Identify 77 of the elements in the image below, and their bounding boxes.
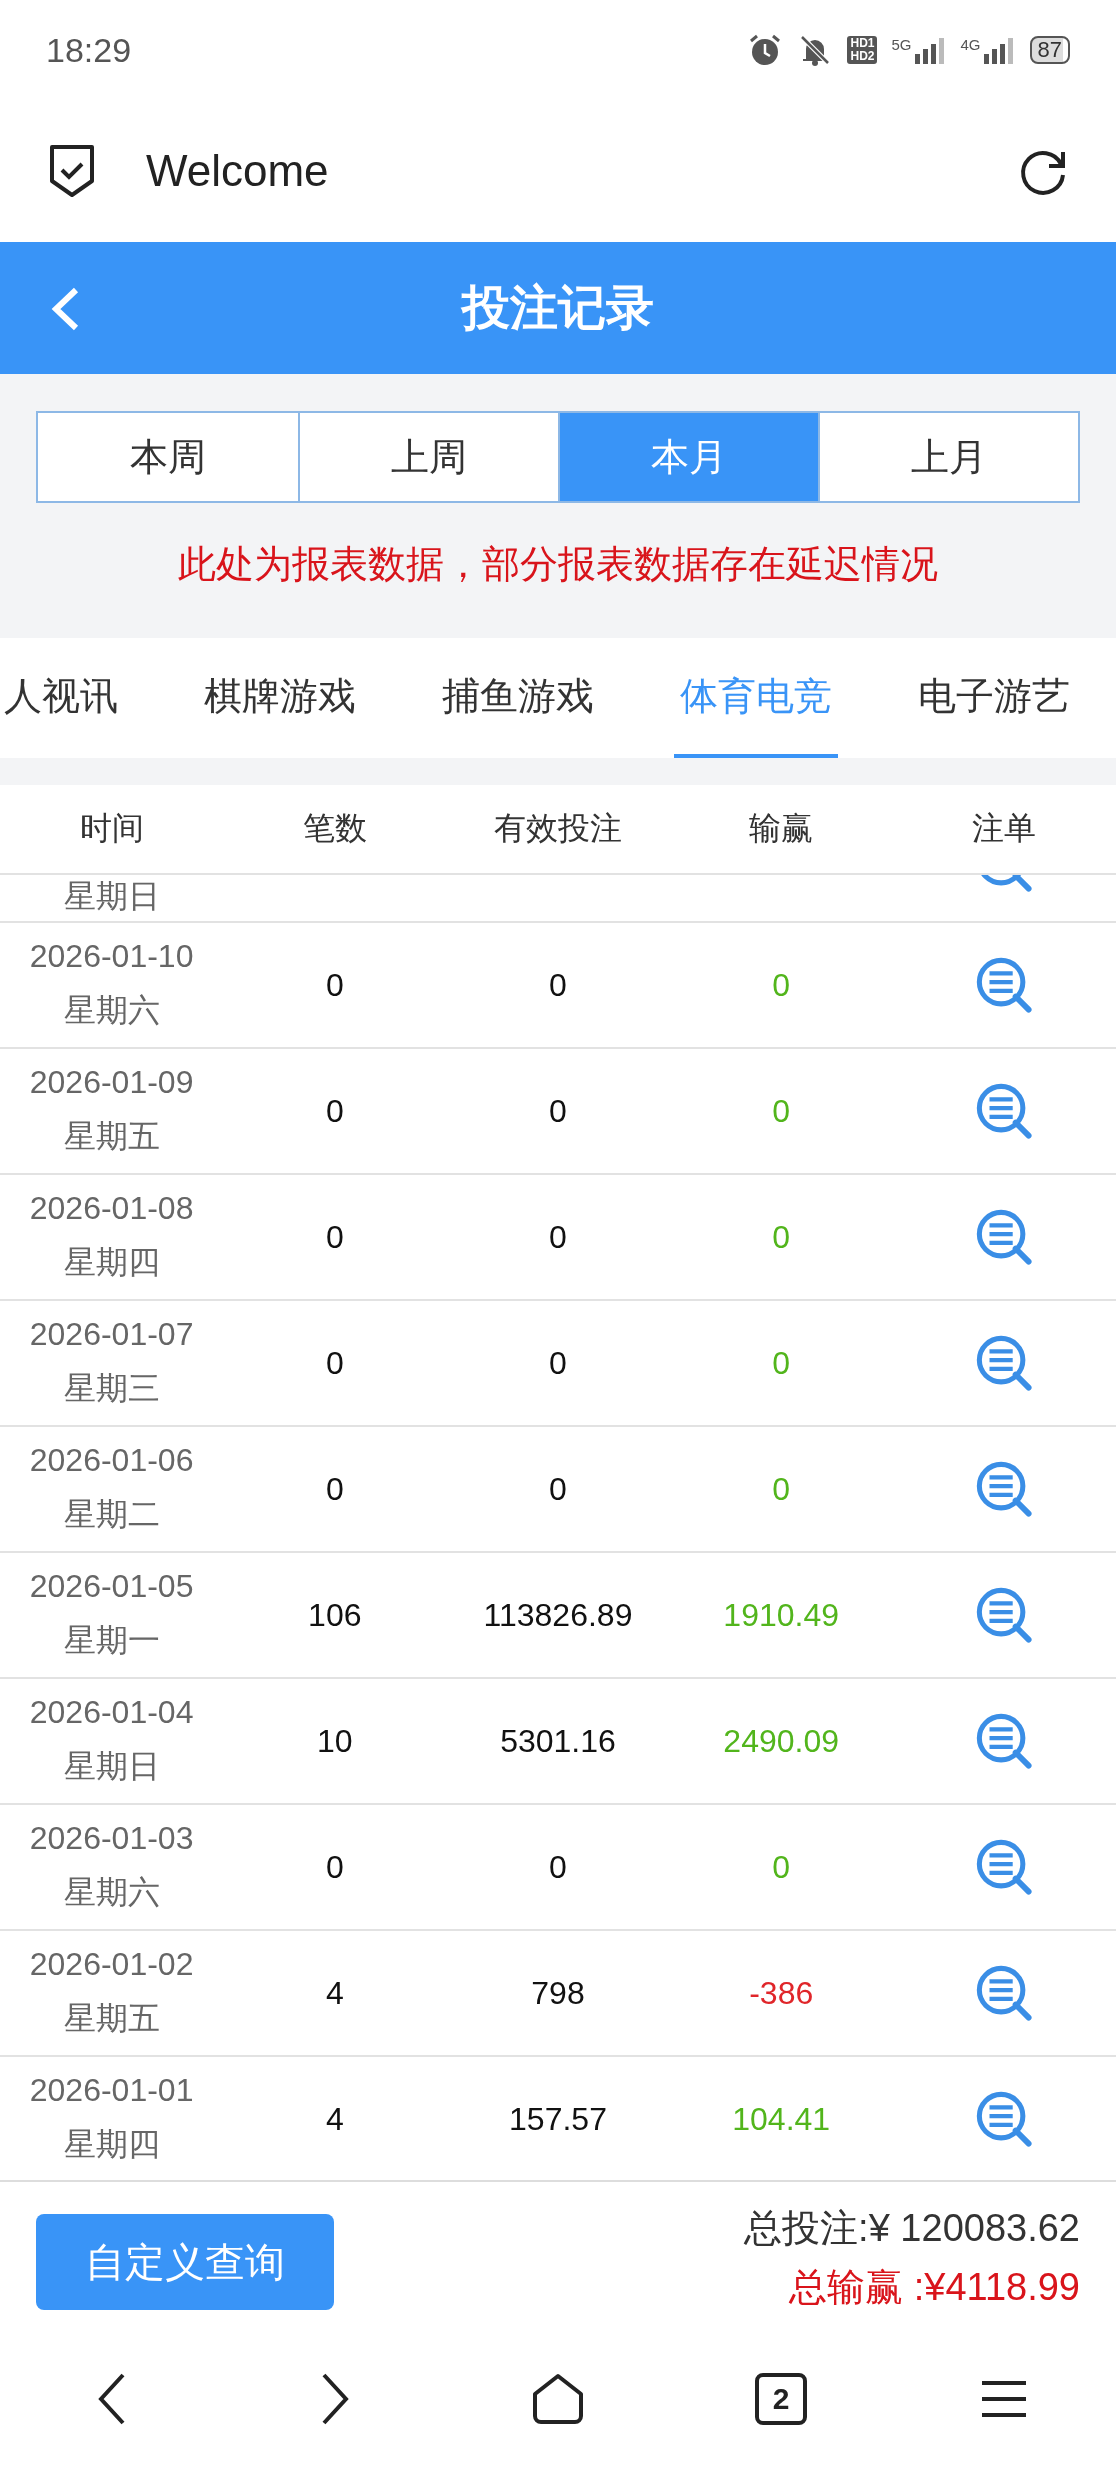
signal-icon <box>912 36 947 64</box>
table-cell-text: 0 <box>771 965 792 1005</box>
column-header: 输赢 <box>748 809 815 848</box>
table-cell-text: 2490.09 <box>722 1721 841 1761</box>
category-tab[interactable]: 电子游艺 <box>912 638 1076 758</box>
table-cell-text: 0 <box>324 1217 345 1257</box>
hd-label: HD2 <box>850 50 875 63</box>
page-title: Welcome <box>146 146 330 196</box>
date-text: 2026-01-10 <box>29 937 194 975</box>
date-text: 2026-01-08 <box>29 1189 194 1227</box>
column-header: 时间 <box>78 809 145 848</box>
table-cell-text: 4 <box>324 2099 345 2139</box>
category-tab[interactable]: 人视讯 <box>4 638 124 758</box>
date-text: 2026-01-06 <box>29 1441 194 1479</box>
table-cell-text: 0 <box>324 1469 345 1509</box>
date-text: 2026-01-03 <box>29 1819 194 1857</box>
period-tab[interactable]: 上月 <box>818 413 1078 501</box>
table-cell-text: 0 <box>548 1343 568 1383</box>
notice-text: 此处为报表数据，部分报表数据存在延迟情况 <box>177 542 939 587</box>
weekday-text: 星期四 <box>63 1242 160 1282</box>
table-cell-text: 4 <box>324 1973 345 2013</box>
battery-level: 87 <box>1029 36 1070 64</box>
weekday-text: 星期日 <box>63 1746 160 1786</box>
home-icon[interactable] <box>531 2372 585 2426</box>
weekday-text: 星期五 <box>63 1998 160 2038</box>
weekday-text: 星期四 <box>63 2124 160 2164</box>
column-header: 有效投注 <box>493 809 623 848</box>
period-tab[interactable]: 本周 <box>38 413 298 501</box>
table-cell-text: 0 <box>771 1217 792 1257</box>
table-cell-text: 0 <box>324 1091 345 1131</box>
weekday-text: 星期二 <box>63 1494 160 1534</box>
date-text: 2026-01-09 <box>29 1063 194 1101</box>
table-cell-text: 5301.16 <box>499 1721 617 1761</box>
category-tab[interactable]: 棋牌游戏 <box>198 638 362 758</box>
table-cell-text: 0 <box>548 1847 568 1887</box>
table-cell-text: 0 <box>548 1091 568 1131</box>
signal-icon <box>981 36 1016 64</box>
network-label: 5G <box>891 36 912 53</box>
date-text: 2026-01-07 <box>29 1315 194 1353</box>
date-text: 2026-01-01 <box>29 2071 194 2109</box>
table-cell-text: 0 <box>324 965 345 1005</box>
table-cell-text: 113826.89 <box>482 1595 634 1635</box>
column-header: 注单 <box>971 809 1038 848</box>
table-cell-text: 0 <box>324 1847 345 1887</box>
table-cell-text: 0 <box>548 1469 568 1509</box>
column-header: 笔数 <box>301 809 368 848</box>
clock-time: 18:29 <box>46 30 132 70</box>
weekday-text: 星期五 <box>63 1116 160 1156</box>
table-cell-text: 106 <box>307 1595 363 1635</box>
table-cell-text: 157.57 <box>508 2099 608 2139</box>
weekday-text: 星期六 <box>63 990 160 1030</box>
header-title: 投注记录 <box>462 280 654 336</box>
weekday-text: 星期六 <box>63 1872 160 1912</box>
weekday-text: 星期一 <box>63 1620 160 1660</box>
table-cell-text: 0 <box>771 1343 792 1383</box>
tabs-button[interactable]: 2 <box>755 2373 808 2425</box>
category-tab[interactable]: 捕鱼游戏 <box>436 638 600 758</box>
weekday-text: 星期日 <box>63 877 160 916</box>
network-label: 4G <box>960 36 981 53</box>
table-cell-text: 1910.49 <box>722 1595 841 1635</box>
table-cell-text: 798 <box>530 1973 586 2013</box>
total-result-text: 总输赢 :¥4118.99 <box>789 2265 1080 2310</box>
date-text: 2026-01-05 <box>29 1567 194 1605</box>
table-cell-text: 0 <box>548 965 568 1005</box>
table-cell-text: 0 <box>548 1217 568 1257</box>
date-text: 2026-01-04 <box>29 1693 194 1731</box>
table-cell-text: -386 <box>748 1973 815 2013</box>
date-text: 2026-01-02 <box>29 1945 194 1983</box>
table-cell-text: 0 <box>771 1091 792 1131</box>
table-cell-text: 104.41 <box>731 2099 832 2139</box>
table-cell-text: 10 <box>316 1721 354 1761</box>
table-cell-text: 0 <box>771 1469 792 1509</box>
weekday-text: 星期三 <box>63 1368 160 1408</box>
table-cell-text: 0 <box>324 1343 345 1383</box>
hd-label: HD1 <box>850 37 875 50</box>
table-cell-text: 0 <box>771 1847 792 1887</box>
total-stake-text: 总投注:¥ 120083.62 <box>744 2206 1080 2251</box>
